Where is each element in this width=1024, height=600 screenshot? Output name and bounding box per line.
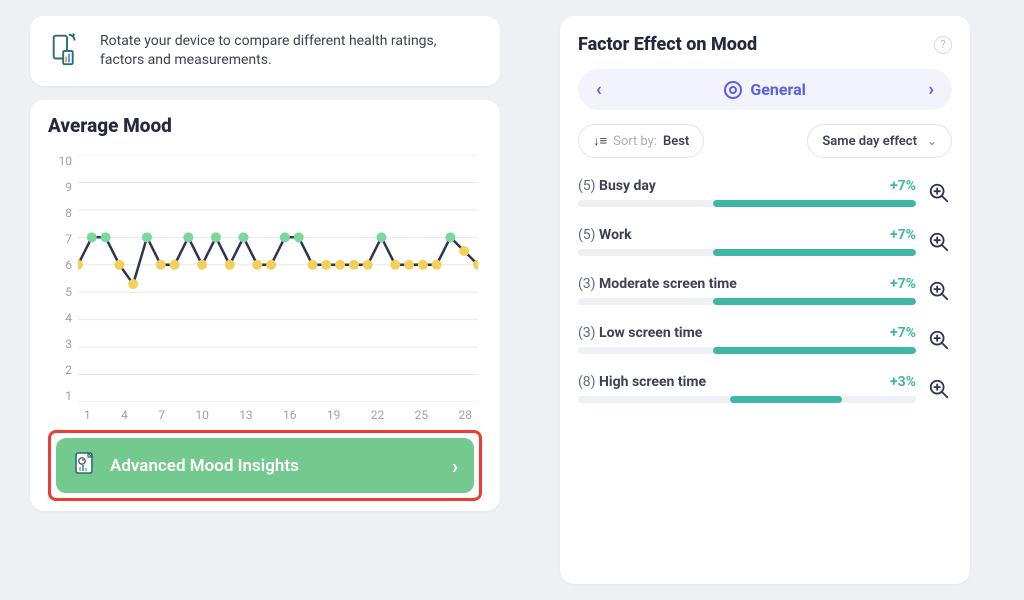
zoom-in-icon[interactable] xyxy=(926,327,952,353)
effect-dropdown-label: Same day effect xyxy=(822,134,917,149)
chart-y-axis: 10987654321 xyxy=(48,155,72,402)
category-label: General xyxy=(750,80,806,99)
sort-prefix: Sort by: xyxy=(613,134,657,149)
chevron-down-icon: ⌄ xyxy=(927,134,937,148)
sort-pill[interactable]: ↓≡ Sort by: Best xyxy=(578,124,704,158)
mood-line-chart xyxy=(78,155,478,402)
factor-label: (3) Moderate screen time xyxy=(578,276,737,292)
insights-highlight-box: Advanced Mood Insights › xyxy=(48,430,482,501)
factor-list: (5) Busy day+7%(5) Work+7%(3) Moderate s… xyxy=(578,178,952,403)
rotate-banner: Rotate your device to compare different … xyxy=(30,16,500,86)
factor-bar xyxy=(578,249,916,256)
factor-row: (5) Work +7% xyxy=(578,227,952,256)
category-prev-button[interactable]: ‹ xyxy=(596,79,602,100)
factor-bar xyxy=(578,396,916,403)
sort-icon: ↓≡ xyxy=(593,133,607,149)
sort-value: Best xyxy=(663,134,689,149)
rotate-device-icon xyxy=(48,30,86,72)
factor-pct: +3% xyxy=(890,374,916,390)
average-mood-card: Average Mood 10987654321 147101316192225… xyxy=(30,100,500,511)
chevron-right-icon: › xyxy=(452,454,458,478)
category-next-button[interactable]: › xyxy=(929,79,934,100)
zoom-in-icon[interactable] xyxy=(926,376,952,402)
factor-pct: +7% xyxy=(890,276,916,292)
factor-label: (5) Work xyxy=(578,227,632,243)
help-icon[interactable]: ? xyxy=(934,36,952,54)
insights-doc-icon xyxy=(72,450,98,481)
factor-row: (3) Moderate screen time +7% xyxy=(578,276,952,305)
target-icon xyxy=(724,81,742,99)
zoom-in-icon[interactable] xyxy=(926,229,952,255)
chart-x-axis: 14710131619222528 xyxy=(78,408,478,430)
chart-title: Average Mood xyxy=(48,114,482,137)
factor-pct: +7% xyxy=(890,227,916,243)
factor-pct: +7% xyxy=(890,325,916,341)
rotate-banner-text: Rotate your device to compare different … xyxy=(100,32,482,70)
factor-label: (8) High screen time xyxy=(578,374,706,390)
category-selector: ‹ General › xyxy=(578,69,952,110)
insights-button-label: Advanced Mood Insights xyxy=(110,456,299,476)
factor-bar xyxy=(578,200,916,207)
factor-effect-card: Factor Effect on Mood ? ‹ General › ↓≡ S… xyxy=(560,16,970,584)
factor-row: (3) Low screen time +7% xyxy=(578,325,952,354)
factor-pct: +7% xyxy=(890,178,916,194)
factor-bar xyxy=(578,298,916,305)
factor-panel-title: Factor Effect on Mood xyxy=(578,34,934,55)
zoom-in-icon[interactable] xyxy=(926,278,952,304)
factor-label: (3) Low screen time xyxy=(578,325,702,341)
factor-row: (5) Busy day +7% xyxy=(578,178,952,207)
factor-row: (8) High screen time +3% xyxy=(578,374,952,403)
advanced-mood-insights-button[interactable]: Advanced Mood Insights › xyxy=(56,438,474,493)
factor-bar xyxy=(578,347,916,354)
effect-dropdown[interactable]: Same day effect ⌄ xyxy=(807,124,952,158)
zoom-in-icon[interactable] xyxy=(926,180,952,206)
factor-label: (5) Busy day xyxy=(578,178,656,194)
